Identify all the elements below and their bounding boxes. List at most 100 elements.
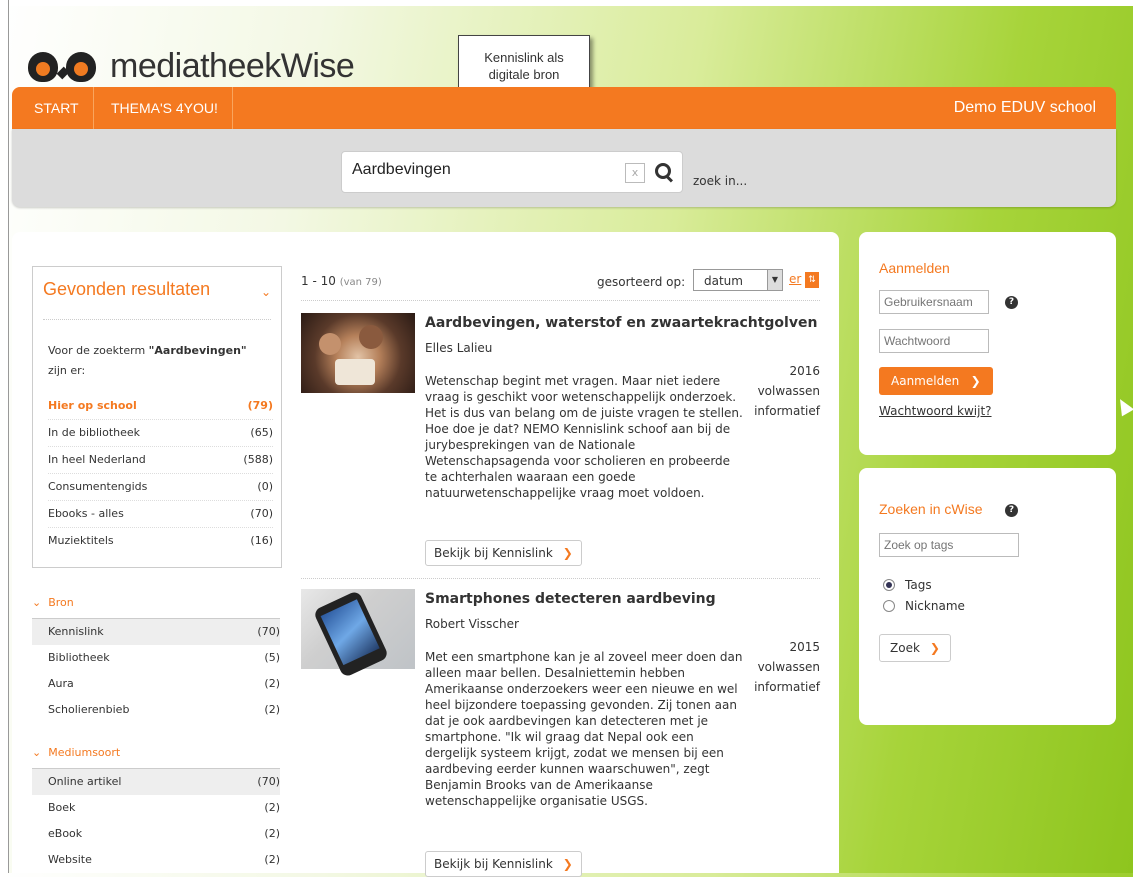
source-label: Ebooks - alles bbox=[48, 507, 124, 520]
results-summary-title[interactable]: Gevonden resultaten bbox=[43, 279, 210, 300]
password-field[interactable] bbox=[879, 329, 989, 353]
result-description: Met een smartphone kan je al zoveel meer… bbox=[425, 650, 743, 808]
search-scope-link[interactable]: zoek in... bbox=[693, 174, 747, 188]
radio-selected-icon bbox=[883, 579, 895, 591]
arrow-right-icon: ❯ bbox=[562, 857, 573, 871]
source-count: (588) bbox=[243, 453, 273, 466]
button-label: Bekijk bij Kennislink bbox=[434, 546, 553, 560]
view-at-kennislink-button[interactable]: Bekijk bij Kennislink ❯ bbox=[425, 851, 582, 877]
login-button-label: Aanmelden bbox=[891, 374, 960, 388]
result-author: Robert Visscher bbox=[425, 617, 519, 631]
source-row-library[interactable]: In de bibliotheek (65) bbox=[48, 420, 273, 447]
result-title[interactable]: Smartphones detecteren aardbeving bbox=[425, 591, 825, 607]
facet-medium-list: Online artikel (70) Boek (2) eBook (2) Webs… bbox=[32, 768, 280, 873]
divider bbox=[301, 578, 820, 579]
window-frame-top bbox=[0, 0, 1133, 6]
search-box: x bbox=[341, 151, 683, 193]
owl-logo-icon bbox=[28, 46, 98, 86]
mouse-cursor-icon bbox=[1113, 395, 1133, 417]
source-row-nederland[interactable]: In heel Nederland (588) bbox=[48, 447, 273, 474]
result-thumbnail[interactable] bbox=[301, 313, 415, 393]
radio-tags[interactable]: Tags bbox=[883, 578, 932, 592]
source-label: Hier op school bbox=[48, 399, 137, 412]
arrow-right-icon: ❯ bbox=[929, 641, 940, 655]
facet-item[interactable]: Scholierenbieb (2) bbox=[32, 697, 280, 723]
chevron-down-icon[interactable]: ⌄ bbox=[261, 285, 271, 299]
facet-item[interactable]: Boek (2) bbox=[32, 795, 280, 821]
nav-themas-4you[interactable]: THEMA'S 4YOU! bbox=[97, 87, 233, 129]
arrow-right-icon: ❯ bbox=[970, 374, 981, 388]
main-navbar: START THEMA'S 4YOU! Demo EDUV school bbox=[12, 87, 1116, 129]
result-type: informatief bbox=[754, 404, 820, 418]
source-label: Consumentengids bbox=[48, 480, 148, 493]
sort-select[interactable]: datum ▼ bbox=[693, 269, 783, 291]
result-description: Wetenschap begint met vragen. Maar niet … bbox=[425, 374, 743, 500]
tags-search-input[interactable] bbox=[879, 533, 1019, 557]
source-row-ebooks[interactable]: Ebooks - alles (70) bbox=[48, 501, 273, 528]
facet-label: Online artikel bbox=[48, 775, 122, 788]
cwise-search-button[interactable]: Zoek ❯ bbox=[879, 634, 951, 662]
facet-item[interactable]: Aura (2) bbox=[32, 671, 280, 697]
school-name: Demo EDUV school bbox=[953, 99, 1096, 116]
search-input[interactable] bbox=[350, 160, 604, 180]
cwise-title-text: Zoeken in cWise bbox=[879, 501, 983, 517]
source-count: (0) bbox=[257, 480, 273, 493]
facet-item[interactable]: Bibliotheek (5) bbox=[32, 645, 280, 671]
result-thumbnail[interactable] bbox=[301, 589, 415, 679]
facet-label: Bibliotheek bbox=[48, 651, 110, 664]
facet-item[interactable]: Website (2) bbox=[32, 847, 280, 873]
facet-item[interactable]: Online artikel (70) bbox=[32, 769, 280, 795]
facet-bron-header[interactable]: ⌄ Bron bbox=[32, 596, 74, 609]
sort-order-link[interactable]: er bbox=[789, 272, 801, 286]
forgot-password-link[interactable]: Wachtwoord kwijt? bbox=[879, 404, 992, 418]
result-audience: volwassen bbox=[757, 384, 820, 398]
facet-item[interactable]: eBook (2) bbox=[32, 821, 280, 847]
facet-count: (2) bbox=[264, 801, 280, 814]
help-icon[interactable]: ? bbox=[1005, 296, 1018, 309]
intro-suffix: zijn er: bbox=[48, 364, 86, 377]
cwise-search-panel: Zoeken in cWise ? Tags Nickname Zoek ❯ bbox=[859, 468, 1116, 725]
facet-bron-title: Bron bbox=[48, 596, 74, 609]
username-field[interactable] bbox=[879, 290, 989, 314]
login-button[interactable]: Aanmelden ❯ bbox=[879, 367, 993, 395]
facet-bron-list: Kennislink (70) Bibliotheek (5) Aura (2) Sc… bbox=[32, 618, 280, 723]
radio-nickname[interactable]: Nickname bbox=[883, 599, 965, 613]
source-row-muziek[interactable]: Muziektitels (16) bbox=[48, 528, 273, 554]
logo[interactable]: mediatheekWise bbox=[28, 46, 355, 86]
nav-start[interactable]: START bbox=[20, 87, 94, 129]
facet-label: Scholierenbieb bbox=[48, 703, 130, 716]
result-meta: 2016 volwassen informatief bbox=[740, 361, 820, 421]
source-label: In heel Nederland bbox=[48, 453, 146, 466]
clear-search-button[interactable]: x bbox=[625, 163, 645, 183]
results-source-list: Hier op school (79) In de bibliotheek (65)… bbox=[48, 393, 273, 554]
facet-count: (70) bbox=[257, 625, 280, 638]
facet-medium-title: Mediumsoort bbox=[48, 746, 121, 759]
result-title[interactable]: Aardbevingen, waterstof en zwaartekracht… bbox=[425, 315, 825, 331]
result-year: 2015 bbox=[789, 640, 820, 654]
source-row-consumentengids[interactable]: Consumentengids (0) bbox=[48, 474, 273, 501]
facet-label: Aura bbox=[48, 677, 74, 690]
brand-name: mediatheekWise bbox=[110, 46, 355, 85]
result-author: Elles Lalieu bbox=[425, 341, 493, 355]
result-type: informatief bbox=[754, 680, 820, 694]
result-total: (van 79) bbox=[339, 277, 382, 288]
source-label: Muziektitels bbox=[48, 534, 114, 547]
result-year: 2016 bbox=[789, 364, 820, 378]
help-icon[interactable]: ? bbox=[1005, 504, 1018, 517]
login-panel: Aanmelden ? Aanmelden ❯ Wachtwoord kwijt… bbox=[859, 232, 1116, 455]
result-meta: 2015 volwassen informatief bbox=[740, 637, 820, 697]
cwise-search-label: Zoek bbox=[890, 641, 920, 655]
source-row-school[interactable]: Hier op school (79) bbox=[48, 393, 273, 420]
login-title: Aanmelden bbox=[879, 260, 950, 276]
callout-line-2: digitale bron bbox=[488, 67, 560, 82]
result-range: 1 - 10 bbox=[301, 274, 336, 288]
main-panel: Gevonden resultaten ⌄ Voor de zoekterm "… bbox=[12, 232, 839, 877]
search-bar: x zoek in... bbox=[12, 129, 1116, 207]
divider bbox=[301, 300, 820, 301]
facet-medium-header[interactable]: ⌄ Mediumsoort bbox=[32, 746, 120, 759]
search-icon[interactable] bbox=[653, 161, 675, 183]
view-at-kennislink-button[interactable]: Bekijk bij Kennislink ❯ bbox=[425, 540, 582, 566]
facet-item[interactable]: Kennislink (70) bbox=[32, 619, 280, 645]
sort-order-icon[interactable]: ⇅ bbox=[805, 272, 819, 288]
facet-count: (2) bbox=[264, 853, 280, 866]
